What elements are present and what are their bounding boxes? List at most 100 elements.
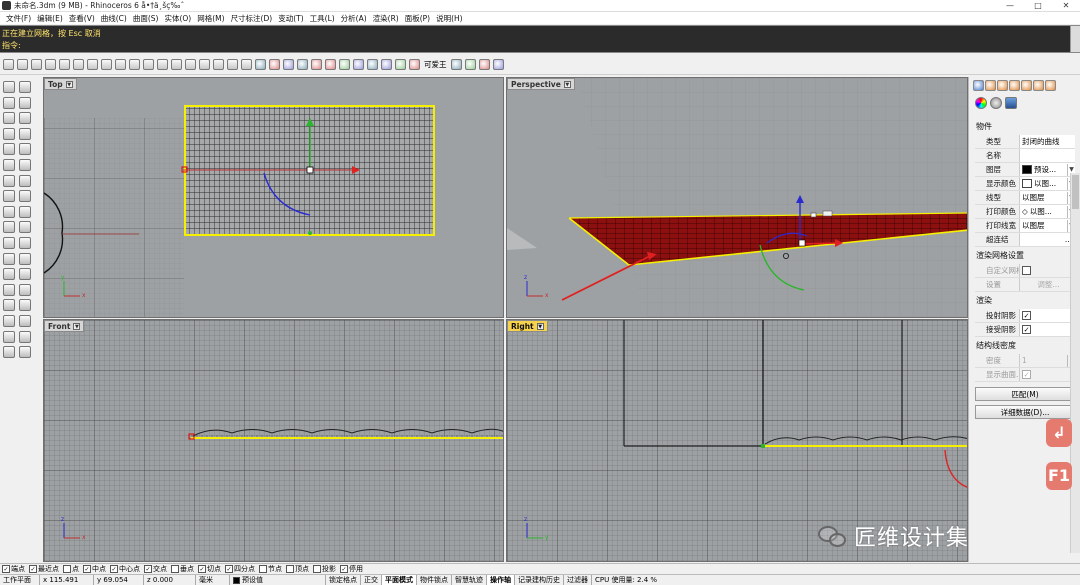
shade-tool-icon[interactable]	[3, 346, 15, 359]
user-label[interactable]: 可爱王	[424, 59, 447, 70]
osnap-7[interactable]: ✓ 切点	[198, 564, 221, 574]
prop-layer-select[interactable]: 预设... ▼	[1019, 163, 1075, 176]
mirror-tool-icon[interactable]	[19, 299, 31, 312]
osnap-9[interactable]: 节点	[259, 564, 282, 574]
zoom-selected-tool-icon[interactable]	[213, 59, 224, 70]
menu-item-12[interactable]: 面板(P)	[402, 13, 433, 24]
user-avatar-icon[interactable]	[409, 59, 420, 70]
cut-tool-icon[interactable]	[73, 59, 84, 70]
menu-item-3[interactable]: 曲线(C)	[98, 13, 130, 24]
command-prompt[interactable]: 指令:	[2, 40, 21, 51]
status-toggle-2[interactable]: 平面模式	[382, 574, 417, 585]
command-scrollbar[interactable]	[1070, 26, 1080, 52]
units-label[interactable]: 毫米	[196, 574, 230, 585]
dimension-tool-icon[interactable]	[19, 221, 31, 234]
copy-tool-icon[interactable]	[19, 268, 31, 281]
lock-tool-icon[interactable]	[19, 315, 31, 327]
open-tool-icon[interactable]	[17, 59, 28, 70]
minimize-button[interactable]: —	[996, 0, 1024, 12]
menu-item-2[interactable]: 查看(V)	[66, 13, 98, 24]
display-tab-icon[interactable]	[1021, 80, 1032, 91]
mesh-props-icon[interactable]	[1005, 97, 1017, 109]
osnap-2[interactable]: 点	[63, 564, 79, 574]
osnap-11[interactable]: 投影	[313, 564, 336, 574]
xray-tool-icon[interactable]	[381, 59, 392, 70]
split-tool-icon[interactable]	[19, 237, 31, 249]
zoom-tool-icon[interactable]	[171, 59, 182, 70]
osnap-checkbox[interactable]	[259, 565, 267, 573]
render-tab-icon[interactable]	[997, 80, 1008, 91]
menu-item-0[interactable]: 文件(F)	[3, 13, 34, 24]
prop-name-field[interactable]	[1019, 149, 1075, 162]
mesh-tool-icon[interactable]	[3, 221, 15, 234]
status-toggle-1[interactable]: 正交	[361, 574, 382, 585]
menu-item-5[interactable]: 实体(O)	[161, 13, 194, 24]
viewport-menu-caret[interactable]: ▼	[536, 322, 544, 330]
prop-print-color-select[interactable]: ◇ 以图... ▼	[1019, 205, 1075, 218]
select-points-tool-icon[interactable]	[19, 81, 31, 93]
status-toggle-5[interactable]: 操作轴	[487, 574, 515, 585]
extrude-tool-icon[interactable]	[19, 174, 31, 187]
cap-tool-icon[interactable]	[19, 205, 31, 218]
status-toggle-7[interactable]: 过滤器	[564, 574, 592, 585]
wire-tool-icon[interactable]	[339, 59, 350, 70]
cast-shadows-checkbox[interactable]: ✓	[1022, 311, 1031, 320]
help-tab-icon[interactable]	[1033, 80, 1044, 91]
osnap-checkbox[interactable]	[63, 565, 71, 573]
osnap-checkbox[interactable]: ✓	[29, 565, 37, 573]
select-tool-icon[interactable]	[3, 81, 15, 93]
menu-item-13[interactable]: 说明(H)	[433, 13, 466, 24]
osnap-6[interactable]: 垂点	[171, 564, 194, 574]
menu-item-6[interactable]: 网格(M)	[194, 13, 227, 24]
zoom-extents-tool-icon[interactable]	[199, 59, 210, 70]
car-tool-icon[interactable]	[311, 59, 322, 70]
import-tool-icon[interactable]	[59, 59, 70, 70]
maximize-button[interactable]: □	[1024, 0, 1052, 12]
shade-tool-icon[interactable]	[353, 59, 364, 70]
named-view-tab-icon[interactable]	[1045, 80, 1056, 91]
status-toggle-0[interactable]: 锁定格点	[326, 574, 361, 585]
osnap-12[interactable]: ✓ 停用	[340, 564, 363, 574]
viewport-tab-top[interactable]: Top ▼	[44, 78, 77, 90]
circle-tool-icon[interactable]	[3, 112, 15, 125]
osnap-8[interactable]: ✓ 四分点	[225, 564, 255, 574]
osnap-checkbox[interactable]	[171, 565, 179, 573]
viewport-menu-caret[interactable]: ▼	[65, 80, 73, 88]
cplane-label[interactable]: 工作平面	[0, 574, 40, 585]
viewport-front[interactable]: Front ▼ z x	[43, 319, 504, 562]
osnap-checkbox[interactable]: ✓	[110, 565, 118, 573]
status-toggle-4[interactable]: 智慧轨迹	[452, 574, 487, 585]
surface-tool-icon[interactable]	[3, 174, 15, 187]
osnap-1[interactable]: ✓ 最近点	[29, 564, 59, 574]
light-tool-icon[interactable]	[297, 59, 308, 70]
box-tool-icon[interactable]	[3, 190, 15, 203]
osnap-checkbox[interactable]: ✓	[198, 565, 206, 573]
rotate-tool-icon[interactable]	[157, 59, 168, 70]
ghost-tool-icon[interactable]	[367, 59, 378, 70]
prop-display-color-select[interactable]: 以图... ▼	[1019, 177, 1075, 190]
viewport-menu-caret[interactable]: ▼	[563, 80, 571, 88]
ellipse-tool-icon[interactable]	[19, 143, 31, 156]
point-tool-icon[interactable]	[269, 59, 280, 70]
pan-tool-icon[interactable]	[143, 59, 154, 70]
new-tool-icon[interactable]	[3, 59, 14, 70]
details-button[interactable]: 详细数据(D)...	[975, 405, 1075, 419]
curve-tool-icon[interactable]	[3, 143, 15, 156]
render-tool-icon[interactable]	[19, 346, 31, 359]
object-props-icon[interactable]	[975, 97, 987, 109]
menu-item-4[interactable]: 曲面(S)	[130, 13, 162, 24]
viewport-tab-right[interactable]: Right ▼	[507, 320, 548, 332]
undo-tool-icon[interactable]	[115, 59, 126, 70]
layer-tool-icon[interactable]	[3, 330, 15, 343]
group-tool-icon[interactable]	[3, 315, 15, 327]
density-field[interactable]: 1 ⇕	[1019, 354, 1075, 367]
enter-shortcut-button[interactable]: ↲	[1046, 419, 1072, 447]
join-tool-icon[interactable]	[3, 252, 15, 265]
rotate-tool-icon[interactable]	[3, 283, 15, 296]
paste-tool-icon[interactable]	[101, 59, 112, 70]
mesh-adjust-button[interactable]: 调整...	[1019, 278, 1075, 291]
offset-tool-icon[interactable]	[19, 159, 31, 171]
materials-tab-icon[interactable]	[1009, 80, 1020, 91]
grid-tool-icon[interactable]	[241, 59, 252, 70]
plugin-d-tool-icon[interactable]	[492, 59, 504, 70]
